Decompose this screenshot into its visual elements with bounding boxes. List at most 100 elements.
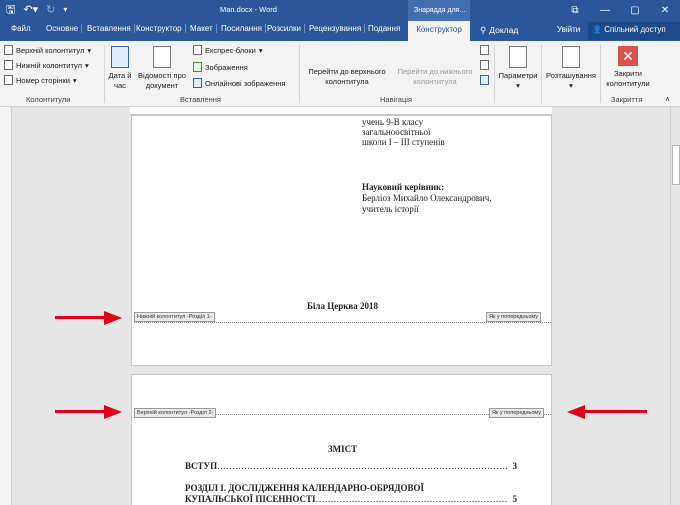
minimize-button[interactable]: — [590,0,620,21]
supervisor-name: Берліоз Михайло Олександрович, [362,193,492,203]
annotation-arrow-left [567,405,647,419]
group-label-headers-footers: Колонтитули [26,95,71,104]
page-1: учень 9-В класу загальноосвітньої школи … [131,115,552,366]
tab-insert[interactable]: Вставлення [87,24,135,33]
vertical-ruler[interactable] [0,107,12,505]
footer-icon [4,60,13,70]
customize-qat-icon[interactable]: ▾ [63,3,67,17]
tab-file[interactable]: Файл [11,24,31,33]
horizontal-ruler[interactable] [130,107,552,115]
position-label: Розташування [546,71,596,80]
online-pictures-label: Онлайнові зображення [205,78,286,88]
close-icon: ✕ [618,46,638,66]
go-to-footer-button[interactable]: Перейти до нижнього колонтитула [390,67,480,87]
date-time-button[interactable]: Дата й час [108,46,132,91]
tab-references[interactable]: Посилання [221,24,266,33]
group-label-insert: Вставлення [180,95,221,104]
toc-title: ЗМІСТ [327,444,358,454]
footer-section-tag: Нижній колонтитул -Розділ 1- [134,312,215,322]
header-dropdown[interactable]: Верхній колонтитул ▾ [4,45,91,55]
toc-entry: КУПАЛЬСЬКОЇ ПІСЕННОСТІ ……………………………………………… [185,494,517,504]
online-picture-icon [193,78,202,88]
options-label: Параметри [498,71,538,80]
options-icon [509,46,527,68]
lightbulb-icon: ⚲ [480,25,487,35]
undo-icon[interactable]: ↶▾ [23,3,38,17]
collapse-ribbon-icon[interactable]: ∧ [665,95,670,103]
go-to-header-button[interactable]: Перейти до верхнього колонтитула [302,67,392,87]
link-to-previous-icon[interactable] [480,75,489,85]
pictures-button[interactable]: Зображення [193,62,248,72]
picture-icon [193,62,202,72]
toc-entry-text: РОЗДІЛ І. ДОСЛІДЖЕННЯ КАЛЕНДАРНО-ОБРЯДОВ… [185,483,425,493]
online-pictures-button[interactable]: Онлайнові зображення [193,78,285,88]
next-section-icon[interactable] [480,60,489,70]
group-separator [541,45,542,103]
maximize-button[interactable]: ▢ [620,0,650,21]
scrollbar-thumb[interactable] [672,145,680,185]
quick-parts-label: Експрес-блоки [205,45,256,55]
share-button[interactable]: 👤 Спільний доступ [588,22,680,40]
header-label: Верхній колонтитул [16,45,85,55]
ribbon-display-options-icon[interactable]: ⧉ [560,0,590,21]
redo-icon[interactable]: ↻ [46,3,55,17]
student-line-1: учень 9-В класу [362,117,424,127]
person-icon: 👤 [592,25,605,34]
close-header-footer-button[interactable]: ✕ Закрити колонтитули [602,46,654,89]
document-title: Man.docx - Word [220,5,277,14]
window-controls: ⧉ — ▢ ✕ [560,0,680,21]
page-2: Верхній колонтитул -Розділ 2- Як у попер… [131,374,552,505]
group-separator [299,45,300,103]
toc-entry-page: 5 [512,494,518,504]
date-time-label: Дата й час [108,71,132,90]
group-separator [600,45,601,103]
link-to-previous-tag: Як у попередньому [486,312,542,322]
toc-entry: ВСТУП …………………………………………………………………………………………… [185,461,517,471]
tab-home[interactable]: Основне [46,24,83,33]
group-label-navigation: Навігація [380,95,413,104]
save-icon[interactable]: 🖫 [6,3,15,17]
city-year: Біла Церква 2018 [306,301,379,311]
footer-label: Нижній колонтитул [16,60,82,70]
tab-view[interactable]: Подання [368,24,400,33]
share-label: Спільний доступ [604,25,666,34]
student-line-2: загальноосвітньої [362,127,431,137]
ribbon: Верхній колонтитул ▾ Нижній колонтитул ▾ Н… [0,41,680,107]
vertical-scrollbar[interactable] [670,107,680,505]
document-info-button[interactable]: Відомості про документ [134,46,190,91]
tab-layout[interactable]: Макет [190,24,217,33]
page-number-label: Номер сторінки [16,75,70,85]
group-label-close: Закриття [611,95,643,104]
group-separator [494,45,495,103]
annotation-arrow-right [55,405,122,419]
position-icon [562,46,580,68]
toc-entry-text: ВСТУП [185,461,218,471]
supervisor-heading: Науковий керівник: [362,182,445,192]
document-info-label: Відомості про документ [138,71,186,90]
footer-dropdown[interactable]: Нижній колонтитул ▾ [4,60,89,70]
tab-review[interactable]: Рецензування [309,24,366,33]
tab-mailings[interactable]: Розсилки [267,24,306,33]
supervisor-title: учитель історії [362,204,419,214]
tab-header-footer-design[interactable]: Конструктор [408,21,470,41]
quick-parts-icon [193,45,202,55]
footer-boundary-line [134,322,551,323]
quick-parts-dropdown[interactable]: Експрес-блоки ▾ [193,45,263,55]
tell-me-box[interactable]: ⚲ Доклад [480,25,518,36]
previous-section-icon[interactable] [480,45,489,55]
header-section-tag: Верхній колонтитул -Розділ 2- [134,408,217,418]
header-icon [4,45,13,55]
annotation-arrow-right [55,311,122,325]
toc-entry: РОЗДІЛ І. ДОСЛІДЖЕННЯ КАЛЕНДАРНО-ОБРЯДОВ… [185,483,517,493]
link-to-previous-tag: Як у попередньому [489,408,545,418]
close-window-button[interactable]: ✕ [650,0,680,21]
student-line-3: школи І – ІІІ ступенів [362,137,445,147]
title-bar: 🖫 ↶▾ ↻ ▾ Man.docx - Word Знаряддя для...… [0,0,680,21]
page-number-dropdown[interactable]: Номер сторінки ▾ [4,75,77,85]
tab-design[interactable]: Конструктор [136,24,186,33]
pictures-label: Зображення [205,62,248,72]
close-header-footer-label: Закрити колонтитули [606,69,650,88]
position-button[interactable]: Розташування ▾ [543,46,599,91]
options-button[interactable]: Параметри ▾ [497,46,539,91]
sign-in-link[interactable]: Увійти [557,25,580,34]
